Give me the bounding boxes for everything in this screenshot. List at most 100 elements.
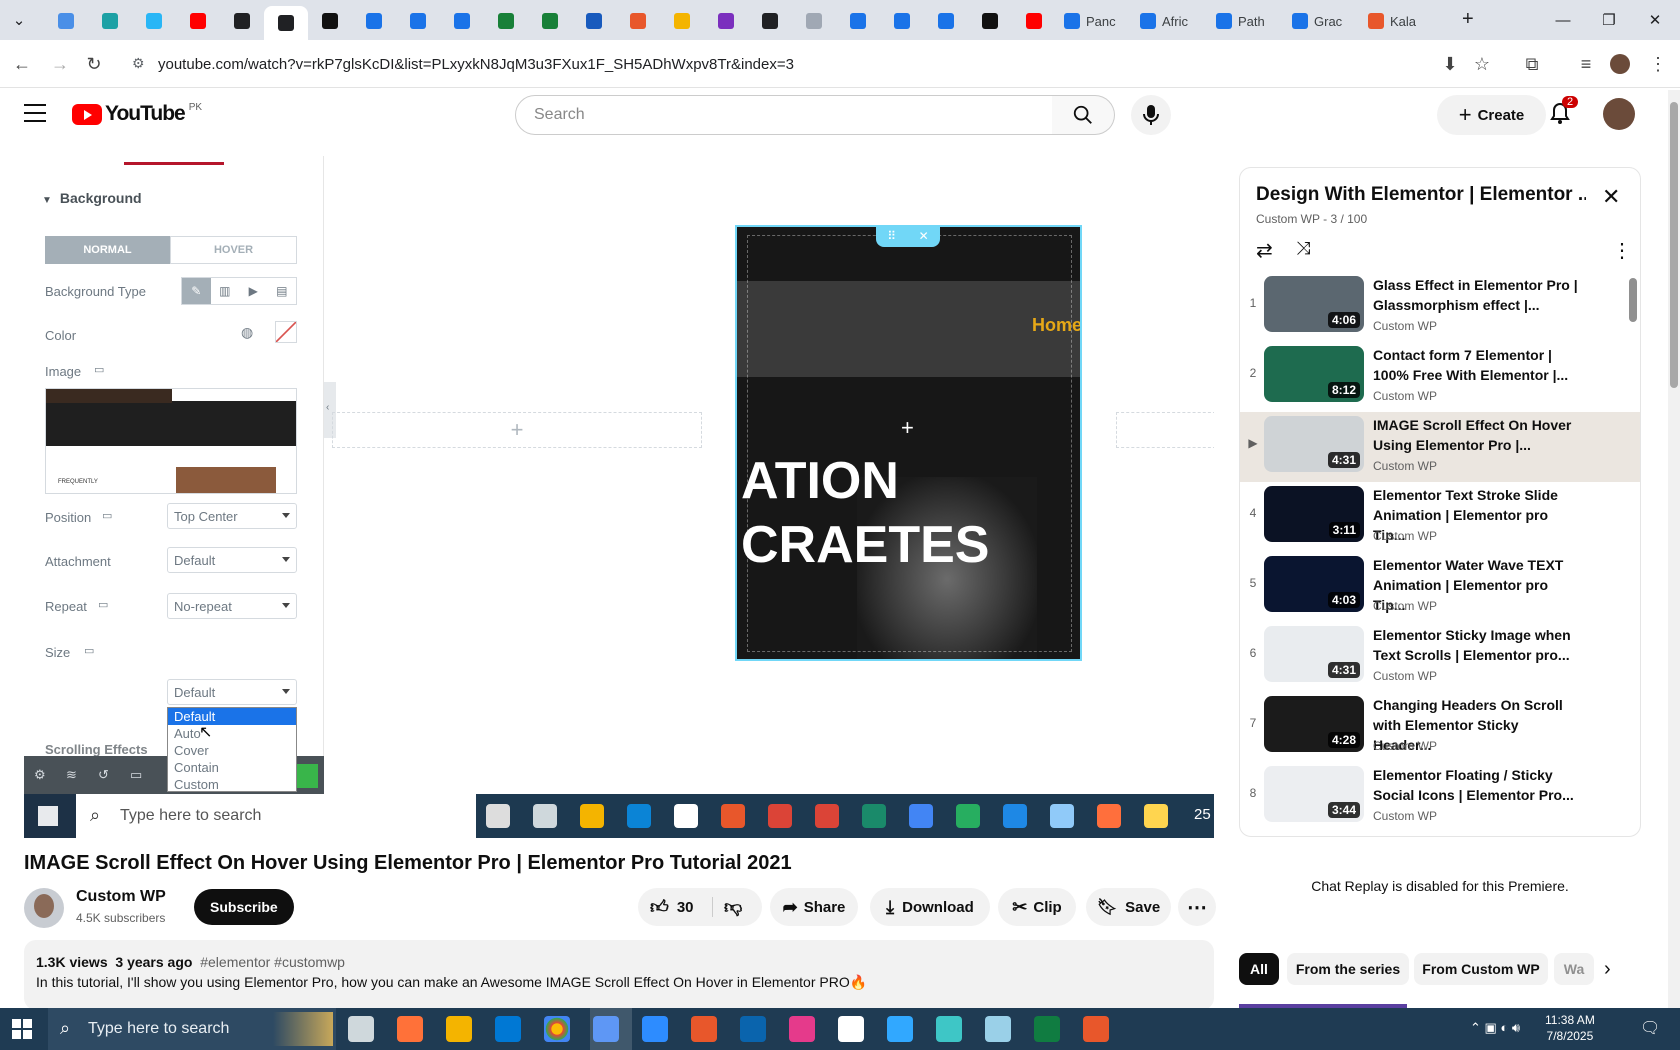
browser-tab[interactable] xyxy=(44,6,88,36)
browser-tab[interactable]: Afric xyxy=(1132,6,1208,36)
taskbar-app-icon[interactable] xyxy=(936,1016,962,1042)
search-input[interactable]: Search xyxy=(515,95,1053,135)
browser-tab[interactable] xyxy=(440,6,484,36)
extensions-icon[interactable]: ⧉ xyxy=(1516,48,1548,80)
video-thumbnail[interactable]: 4:31 xyxy=(1264,416,1364,472)
history-icon[interactable]: ↺ xyxy=(98,767,109,783)
dislike-button[interactable]: 👎︎ xyxy=(724,888,760,926)
responsive-desktop-icon[interactable]: ▭ xyxy=(84,644,94,657)
taskbar-app-icon[interactable] xyxy=(1034,1016,1060,1042)
globe-icon[interactable]: ◍ xyxy=(241,324,253,341)
save-button[interactable]: 🔖︎ Save xyxy=(1086,888,1171,926)
filter-chip[interactable]: All xyxy=(1239,953,1279,985)
tab-hover[interactable]: HOVER xyxy=(170,236,297,264)
taskbar-app-icon[interactable] xyxy=(985,1016,1011,1042)
playlist-item[interactable]: 6 4:31 Elementor Sticky Image when Text Sc… xyxy=(1240,622,1640,692)
browser-menu-icon[interactable]: ⋮ xyxy=(1642,48,1674,80)
tab-normal[interactable]: NORMAL xyxy=(45,236,170,264)
browser-tab[interactable] xyxy=(836,6,880,36)
browser-tab[interactable] xyxy=(396,6,440,36)
channel-name[interactable]: Custom WP xyxy=(76,888,166,906)
description-box[interactable]: 1.3K views 3 years ago #elementor #custo… xyxy=(24,940,1214,1010)
back-button[interactable]: ← xyxy=(6,48,38,80)
notification-center-icon[interactable]: 🗨︎ xyxy=(1640,1018,1660,1038)
playlist-item[interactable]: 5 4:03 Elementor Water Wave TEXT Animation… xyxy=(1240,552,1640,622)
taskbar-search-box[interactable]: ⌕ Type here to search xyxy=(48,1008,336,1050)
responsive-desktop-icon[interactable]: ▭ xyxy=(98,598,108,611)
size-option[interactable]: Default xyxy=(168,708,296,725)
create-button[interactable]: + Create xyxy=(1437,95,1546,135)
slideshow-icon[interactable]: ▤ xyxy=(268,278,297,304)
download-button[interactable]: ⤓ Download xyxy=(870,888,990,926)
install-app-icon[interactable]: ⬇ xyxy=(1434,48,1466,80)
profile-avatar[interactable] xyxy=(1604,48,1636,80)
playlist-item[interactable]: 7 4:28 Changing Headers On Scroll with Ele… xyxy=(1240,692,1640,762)
loop-icon[interactable]: ⇄ xyxy=(1256,238,1273,263)
share-button[interactable]: ➦ Share xyxy=(770,888,858,926)
youtube-logo[interactable]: YouTube PK xyxy=(72,102,202,126)
position-select[interactable]: Top Center xyxy=(167,503,297,529)
browser-tab[interactable] xyxy=(352,6,396,36)
video-thumbnail[interactable]: 3:44 xyxy=(1264,766,1364,822)
section-heading[interactable]: ▼ Background xyxy=(42,190,142,206)
shuffle-icon[interactable]: ⤨ xyxy=(1296,238,1310,259)
size-select[interactable]: Default xyxy=(167,679,297,705)
size-option[interactable]: Cover xyxy=(168,742,296,759)
gradient-icon[interactable]: ▥ xyxy=(211,278,240,304)
subscribe-button[interactable]: Subscribe xyxy=(194,889,294,925)
playlist-item[interactable]: 2 8:12 Contact form 7 Elementor | 100% Fre… xyxy=(1240,342,1640,412)
responsive-desktop-icon[interactable]: ▭ xyxy=(102,509,112,522)
browser-tab[interactable] xyxy=(748,6,792,36)
settings-icon[interactable]: ⚙ xyxy=(34,767,46,783)
column-handle[interactable]: ⠿ ✕ xyxy=(876,225,940,247)
browser-tab[interactable] xyxy=(660,6,704,36)
start-button[interactable] xyxy=(12,1019,32,1039)
repeat-select[interactable]: No-repeat xyxy=(167,593,297,619)
browser-tab[interactable] xyxy=(572,6,616,36)
size-dropdown-list[interactable]: Default Auto Cover Contain Custom xyxy=(167,707,297,792)
notifications-button[interactable]: 2 xyxy=(1548,96,1579,130)
empty-column-right[interactable] xyxy=(1116,412,1214,448)
browser-tab[interactable] xyxy=(132,6,176,36)
search-button[interactable] xyxy=(1052,95,1115,135)
browser-tab[interactable] xyxy=(924,6,968,36)
size-option[interactable]: Custom xyxy=(168,776,296,793)
taskbar-app-icon[interactable] xyxy=(789,1016,815,1042)
filter-chip[interactable]: From the series xyxy=(1287,953,1409,985)
browser-tab[interactable]: Kala xyxy=(1360,6,1436,36)
taskbar-app-icon[interactable] xyxy=(691,1016,717,1042)
taskbar-app-icon[interactable] xyxy=(838,1016,864,1042)
close-icon[interactable]: ✕ xyxy=(919,229,929,243)
browser-tab[interactable] xyxy=(616,6,660,36)
playlist-scrollbar[interactable] xyxy=(1629,278,1637,322)
minimize-button[interactable]: — xyxy=(1540,0,1586,40)
tab-search-button[interactable]: ⌄ xyxy=(0,0,38,40)
forward-button[interactable]: → xyxy=(44,48,76,80)
video-icon[interactable]: ▶ xyxy=(239,278,268,304)
clip-button[interactable]: ✂ Clip xyxy=(998,888,1076,926)
browser-tab[interactable]: Panc xyxy=(1056,6,1132,36)
playlist-title[interactable]: Design With Elementor | Elementor ... xyxy=(1256,184,1586,206)
media-controls-icon[interactable]: ≡ xyxy=(1570,48,1602,80)
color-swatch[interactable] xyxy=(275,321,297,343)
video-thumbnail[interactable]: 4:06 xyxy=(1264,276,1364,332)
browser-tab[interactable] xyxy=(484,6,528,36)
browser-tab[interactable] xyxy=(176,6,220,36)
taskbar-app-icon[interactable] xyxy=(348,1016,374,1042)
video-player[interactable]: ▼ Background NORMAL HOVER Background Type… xyxy=(24,156,1214,838)
page-scrollbar[interactable] xyxy=(1668,90,1680,1008)
chips-next-icon[interactable]: › xyxy=(1604,958,1611,981)
voice-search-button[interactable] xyxy=(1131,95,1171,135)
selected-column[interactable]: Home ATION CRAETES + xyxy=(735,225,1082,661)
browser-tab[interactable] xyxy=(308,6,352,36)
playlist-menu-icon[interactable]: ⋮ xyxy=(1612,238,1632,263)
maximize-button[interactable]: ❐ xyxy=(1586,0,1632,40)
site-info-icon[interactable]: ⚙ xyxy=(132,55,145,72)
drag-handle-icon[interactable]: ⠿ xyxy=(887,229,896,243)
address-bar[interactable]: ⚙ youtube.com/watch?v=rkP7glsKcDI&list=P… xyxy=(120,46,1430,82)
taskbar-app-icon[interactable] xyxy=(740,1016,766,1042)
menu-icon[interactable] xyxy=(24,104,46,122)
attachment-select[interactable]: Default xyxy=(167,547,297,573)
size-option[interactable]: Auto xyxy=(168,725,296,742)
video-thumbnail[interactable]: 4:31 xyxy=(1264,626,1364,682)
